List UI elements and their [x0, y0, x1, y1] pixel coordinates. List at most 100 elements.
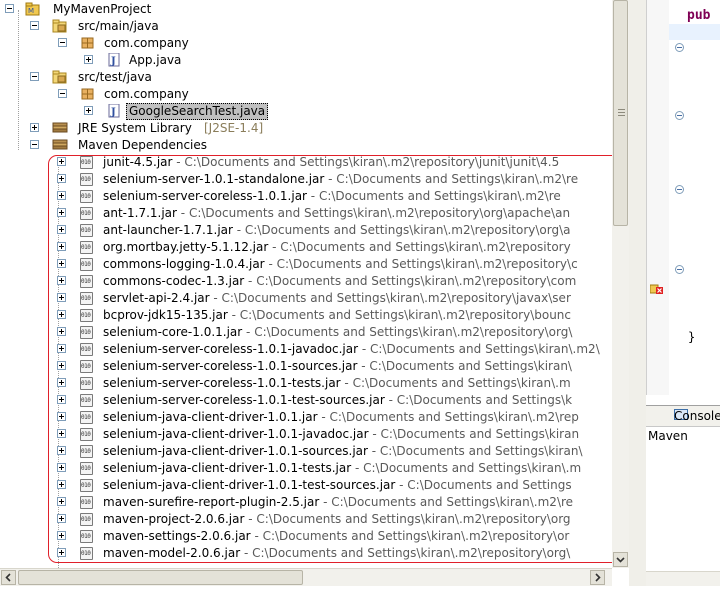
- tab-console[interactable]: Console: [646, 406, 720, 427]
- jar-icon: [79, 343, 95, 357]
- package-icon: [80, 36, 96, 50]
- jar-path: C:\Documents and Settings\kiran\.m2\repo…: [254, 325, 573, 339]
- jar-path: C:\Documents and Settings\kiran\.m2\repo…: [256, 274, 577, 288]
- code-editor[interactable]: pub }: [646, 0, 720, 395]
- srcfolder-icon: [52, 70, 68, 84]
- expand-toggle[interactable]: [57, 259, 66, 268]
- package-explorer: M MyMavenProject src/main/java com.compan…: [0, 0, 612, 568]
- jar-separator: -: [244, 512, 257, 526]
- jar-path: C:\Documents and Settings\kiran\.m2\re: [331, 495, 574, 509]
- collapse-toggle[interactable]: [58, 38, 67, 47]
- jar-name: selenium-server-coreless-1.0.1.jar: [103, 189, 307, 203]
- srcfolder-icon: [52, 19, 68, 33]
- scrollbar-thumb[interactable]: [613, 0, 628, 226]
- console-output[interactable]: [646, 445, 720, 586]
- expand-toggle[interactable]: [57, 429, 66, 438]
- expand-toggle[interactable]: [57, 208, 66, 217]
- jar-separator: -: [317, 410, 330, 424]
- jar-icon: [79, 326, 95, 340]
- jar-name: selenium-server-coreless-1.0.1-tests.jar: [103, 376, 341, 390]
- code-brace: }: [688, 330, 696, 344]
- fold-icon[interactable]: [675, 185, 684, 194]
- jar-separator: -: [268, 240, 281, 254]
- jar-separator: -: [176, 206, 189, 220]
- scroll-right-button[interactable]: [590, 570, 605, 585]
- jar-name: selenium-java-client-driver-1.0.1-test-s…: [103, 478, 396, 492]
- expand-toggle[interactable]: [57, 463, 66, 472]
- expand-toggle[interactable]: [57, 157, 66, 166]
- collapse-toggle[interactable]: [58, 89, 67, 98]
- scroll-down-button[interactable]: [613, 552, 628, 567]
- jar-separator: -: [209, 291, 222, 305]
- horizontal-scrollbar-thumb[interactable]: [18, 570, 303, 585]
- jar-separator: -: [242, 325, 255, 339]
- jar-name: servlet-api-2.4.jar: [103, 291, 210, 305]
- expand-toggle[interactable]: [57, 242, 66, 251]
- expand-toggle[interactable]: [84, 55, 93, 64]
- jar-path: C:\Documents and Settings\kiran\.m2\re: [336, 172, 579, 186]
- jar-name: org.mortbay.jetty-5.1.12.jar: [103, 240, 269, 254]
- jar-icon: [79, 224, 95, 238]
- jar-name: selenium-server-coreless-1.0.1-test-sour…: [103, 393, 385, 407]
- expand-toggle[interactable]: [30, 123, 39, 132]
- jar-path: C:\Documents and Settings: [407, 478, 572, 492]
- expand-toggle[interactable]: [57, 378, 66, 387]
- jar-path: C:\Documents and Settings\kiran\.m: [352, 376, 571, 390]
- expand-toggle[interactable]: [57, 174, 66, 183]
- expand-toggle[interactable]: [57, 361, 66, 370]
- jar-name: selenium-server-1.0.1-standalone.jar: [103, 172, 325, 186]
- collapse-toggle[interactable]: [30, 72, 39, 81]
- collapse-toggle[interactable]: [5, 4, 14, 13]
- expand-toggle[interactable]: [57, 446, 66, 455]
- tree-item-suffix: [J2SE-1.4]: [204, 121, 264, 135]
- jar-icon: [79, 547, 95, 561]
- expand-toggle[interactable]: [57, 191, 66, 200]
- jar-icon: [79, 241, 95, 255]
- jar-icon: [79, 411, 95, 425]
- vertical-scrollbar[interactable]: [612, 0, 629, 568]
- expand-toggle[interactable]: [57, 225, 66, 234]
- collapse-toggle[interactable]: [30, 21, 39, 30]
- jar-separator: -: [357, 359, 370, 373]
- jar-separator: -: [250, 529, 263, 543]
- jar-separator: -: [395, 478, 408, 492]
- jar-icon: [79, 394, 95, 408]
- expand-toggle[interactable]: [57, 548, 66, 557]
- jar-separator: -: [306, 189, 319, 203]
- fold-icon[interactable]: [675, 43, 684, 52]
- fold-icon[interactable]: [675, 111, 684, 120]
- expand-toggle[interactable]: [57, 395, 66, 404]
- editor-ruler: [647, 0, 669, 395]
- expand-toggle[interactable]: [57, 412, 66, 421]
- error-marker-icon[interactable]: [649, 283, 664, 298]
- jar-path: C:\Documents and Settings\kiran\.m2\re: [318, 189, 561, 203]
- svg-text:M: M: [28, 7, 34, 15]
- expand-toggle[interactable]: [57, 531, 66, 540]
- expand-toggle[interactable]: [57, 480, 66, 489]
- jar-path: C:\Documents and Settings\kiran\.m2\repo…: [221, 291, 571, 305]
- tree-item-label: App.java: [129, 53, 182, 67]
- expand-toggle[interactable]: [84, 106, 93, 115]
- expand-toggle[interactable]: [57, 276, 66, 285]
- expand-toggle[interactable]: [57, 293, 66, 302]
- console-scrollbar[interactable]: [646, 571, 720, 586]
- horizontal-scrollbar[interactable]: [0, 568, 612, 586]
- expand-toggle[interactable]: [57, 327, 66, 336]
- expand-toggle[interactable]: [57, 310, 66, 319]
- expand-toggle[interactable]: [57, 497, 66, 506]
- jar-icon: [79, 360, 95, 374]
- jar-icon: [79, 496, 95, 510]
- expand-toggle[interactable]: [57, 514, 66, 523]
- expand-toggle[interactable]: [57, 344, 66, 353]
- view-sash[interactable]: [629, 0, 646, 586]
- jar-separator: -: [358, 342, 370, 356]
- tree-item-label: src/main/java: [78, 19, 159, 33]
- current-line-highlight: [669, 24, 720, 40]
- scroll-left-button[interactable]: [1, 570, 16, 585]
- jar-icon: [79, 275, 95, 289]
- jar-path: C:\Documents and Settings\kiran\.m2\repo…: [239, 308, 572, 322]
- tree-item-label: GoogleSearchTest.java: [126, 103, 269, 120]
- fold-icon[interactable]: [675, 265, 684, 274]
- jar-name: ant-launcher-1.7.1.jar: [103, 223, 233, 237]
- collapse-toggle[interactable]: [30, 140, 39, 149]
